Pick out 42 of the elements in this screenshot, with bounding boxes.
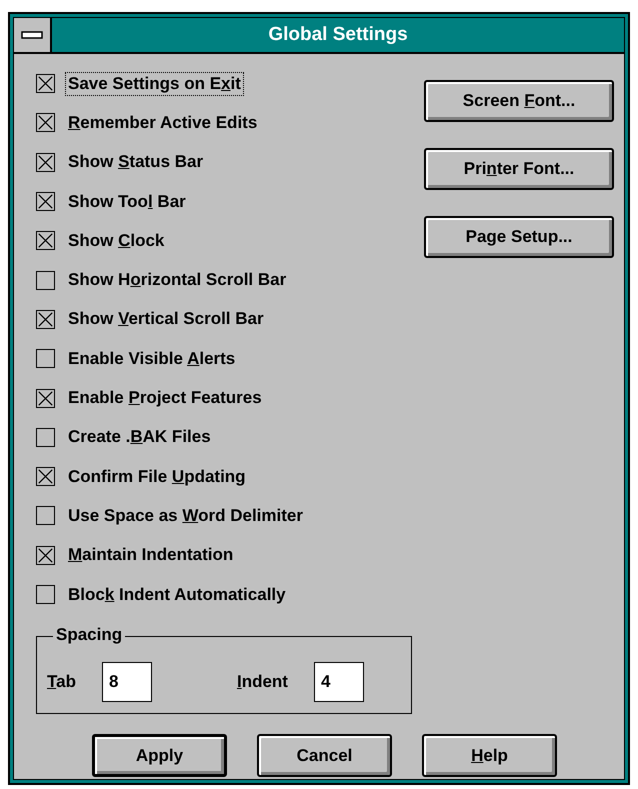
option-label[interactable]: Show Tool Bar <box>65 190 189 214</box>
system-menu-button[interactable] <box>14 18 52 52</box>
option-label[interactable]: Show Horizontal Scroll Bar <box>65 268 290 292</box>
option-label[interactable]: Remember Active Edits <box>65 110 260 135</box>
checkbox[interactable] <box>36 231 55 250</box>
checkbox[interactable] <box>36 152 55 172</box>
option-label[interactable]: Show Clock <box>65 228 168 253</box>
checkbox[interactable] <box>36 388 55 408</box>
field-label: Indent <box>236 672 288 692</box>
option-label[interactable]: Enable Visible Alerts <box>65 346 238 371</box>
option-label[interactable]: Show Vertical Scroll Bar <box>65 307 267 332</box>
option-label[interactable]: Create .BAK Files <box>65 425 214 450</box>
checkbox[interactable] <box>36 546 55 565</box>
checkbox[interactable] <box>36 428 55 447</box>
option-label[interactable]: Block Indent Automatically <box>65 582 289 606</box>
input-field[interactable]: 8 <box>102 662 152 702</box>
dialog-button[interactable]: Apply <box>92 734 227 778</box>
option-label[interactable]: Save Settings on Exit <box>65 72 244 96</box>
input-field[interactable]: 4 <box>314 662 364 702</box>
field-label: Tab <box>47 672 76 692</box>
group-title: Spacing <box>53 625 126 646</box>
dialog-button[interactable]: Printer Font... <box>424 148 614 190</box>
checkbox[interactable] <box>36 467 55 486</box>
dialog-button[interactable]: Screen Font... <box>424 80 614 122</box>
checkbox[interactable] <box>36 506 55 526</box>
option-label[interactable]: Show Status Bar <box>65 150 206 174</box>
checkbox[interactable] <box>36 192 55 212</box>
checkbox[interactable] <box>36 585 55 604</box>
minus-icon <box>21 31 43 39</box>
checkbox[interactable] <box>36 310 55 329</box>
dialog-button[interactable]: Help <box>422 734 557 778</box>
option-label[interactable]: Use Space as Word Delimiter <box>65 504 306 528</box>
checkbox[interactable] <box>36 113 55 132</box>
option-label[interactable]: Maintain Indentation <box>65 543 236 568</box>
option-label[interactable]: Confirm File Updating <box>65 464 249 489</box>
dialog-button[interactable]: Page Setup... <box>424 216 614 258</box>
checkbox[interactable] <box>36 349 55 368</box>
checkbox[interactable] <box>36 74 55 94</box>
checkbox[interactable] <box>36 270 55 290</box>
window-title: Global Settings <box>267 23 409 47</box>
dialog-button[interactable]: Cancel <box>257 734 392 778</box>
option-label[interactable]: Enable Project Features <box>65 386 265 410</box>
